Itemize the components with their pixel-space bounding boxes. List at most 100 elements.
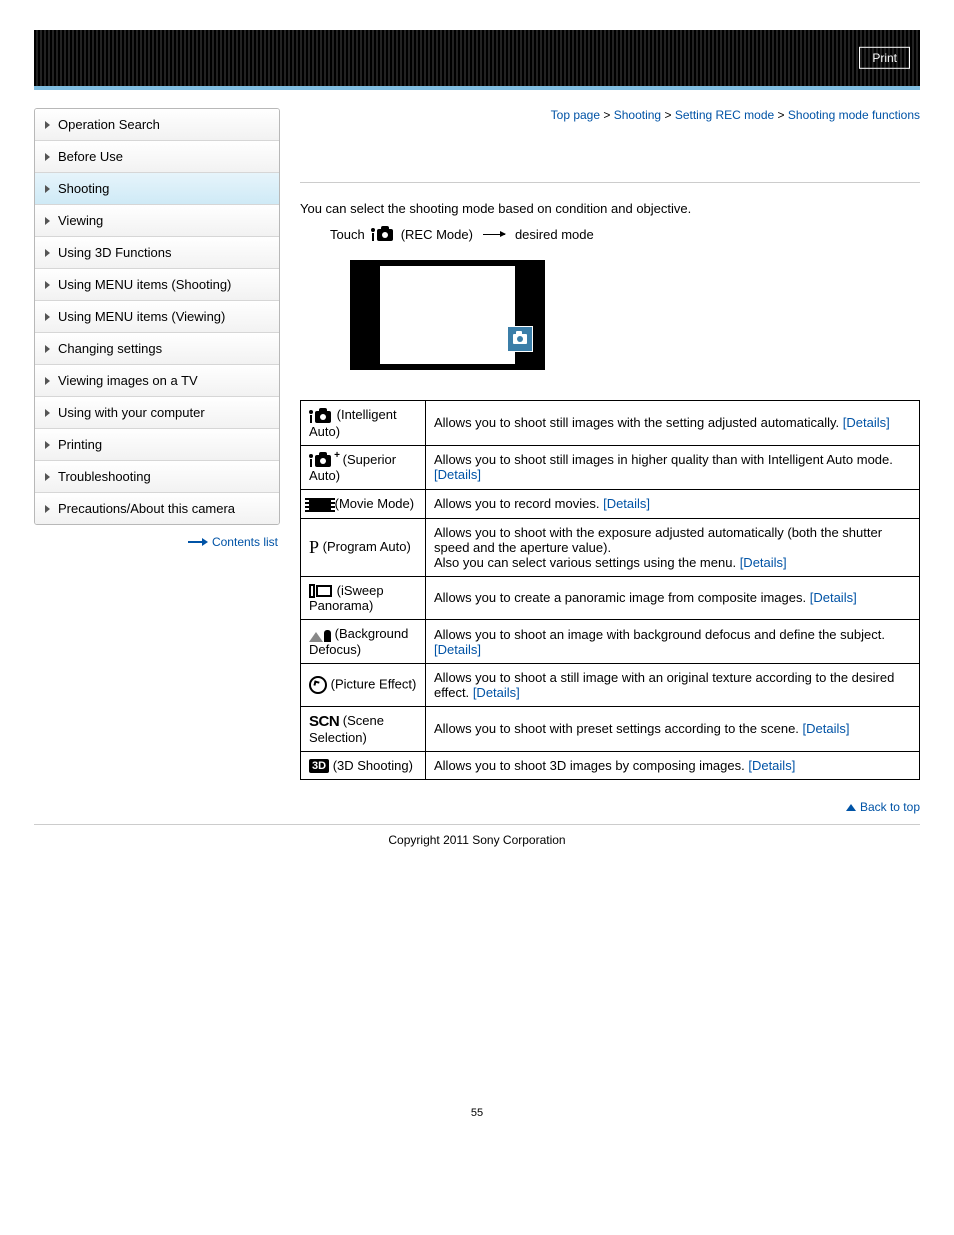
- step-touch: Touch: [330, 227, 365, 242]
- print-button[interactable]: Print: [859, 47, 910, 69]
- mode-desc-cell: Allows you to record movies. [Details]: [426, 490, 920, 519]
- mode-label-cell: 3D (3D Shooting): [301, 751, 426, 780]
- sidebar-item-label: Using with your computer: [58, 405, 205, 420]
- mode-label-cell: P (Program Auto): [301, 518, 426, 576]
- mode-desc-cell: Allows you to create a panoramic image f…: [426, 576, 920, 620]
- details-link[interactable]: [Details]: [810, 590, 857, 605]
- sidebar-item-before-use[interactable]: Before Use: [35, 141, 279, 173]
- sidebar-item-label: Using MENU items (Viewing): [58, 309, 225, 324]
- breadcrumb-sep: >: [664, 108, 671, 122]
- mode-desc-cell: Allows you to shoot with the exposure ad…: [426, 518, 920, 576]
- table-row: (Background Defocus) Allows you to shoot…: [301, 620, 920, 664]
- mode-desc-cell: Allows you to shoot a still image with a…: [426, 663, 920, 706]
- isweep-icon: [309, 584, 333, 598]
- sidebar-item-changing-settings[interactable]: Changing settings: [35, 333, 279, 365]
- copyright: Copyright 2011 Sony Corporation: [0, 833, 954, 847]
- mode-desc: Allows you to shoot still images in high…: [434, 452, 893, 467]
- sidebar-item-precautions[interactable]: Precautions/About this camera: [35, 493, 279, 524]
- mode-desc-cell: Allows you to shoot 3D images by composi…: [426, 751, 920, 780]
- table-row: (Intelligent Auto) Allows you to shoot s…: [301, 401, 920, 446]
- sidebar-item-label: Operation Search: [58, 117, 160, 132]
- mode-desc: Allows you to shoot with the exposure ad…: [434, 525, 882, 555]
- breadcrumb-top[interactable]: Top page: [551, 108, 600, 122]
- sidebar-item-label: Troubleshooting: [58, 469, 151, 484]
- caret-icon: [45, 473, 50, 481]
- details-link[interactable]: [Details]: [603, 496, 650, 511]
- caret-icon: [45, 281, 50, 289]
- mode-label-cell: (Picture Effect): [301, 663, 426, 706]
- details-link[interactable]: [Details]: [434, 642, 481, 657]
- mode-label-cell: (Background Defocus): [301, 620, 426, 664]
- caret-icon: [45, 505, 50, 513]
- sidebar-item-label: Precautions/About this camera: [58, 501, 235, 516]
- caret-icon: [45, 441, 50, 449]
- divider: [300, 182, 920, 183]
- breadcrumb: Top page > Shooting > Setting REC mode >…: [300, 108, 920, 122]
- caret-icon: [45, 217, 50, 225]
- back-to-top-label: Back to top: [860, 800, 920, 814]
- mode-desc: Allows you to shoot still images with th…: [434, 415, 839, 430]
- rec-mode-badge-icon: [507, 326, 533, 352]
- sidebar-item-shooting[interactable]: Shooting: [35, 173, 279, 205]
- step-rec: (REC Mode): [401, 227, 473, 242]
- details-link[interactable]: [Details]: [843, 415, 890, 430]
- sidebar-item-label: Using MENU items (Shooting): [58, 277, 231, 292]
- caret-icon: [45, 377, 50, 385]
- mode-label-cell: + (Superior Auto): [301, 445, 426, 490]
- mode-name: (3D Shooting): [333, 758, 413, 773]
- step-desired: desired mode: [515, 227, 594, 242]
- sidebar-item-label: Using 3D Functions: [58, 245, 171, 260]
- contents-list-label: Contents list: [212, 535, 278, 549]
- details-link[interactable]: [Details]: [803, 721, 850, 736]
- mode-desc: Allows you to shoot with preset settings…: [434, 721, 799, 736]
- table-row: (iSweep Panorama) Allows you to create a…: [301, 576, 920, 620]
- back-to-top-link[interactable]: Back to top: [300, 800, 920, 814]
- mode-name: (Picture Effect): [331, 676, 417, 691]
- breadcrumb-shooting[interactable]: Shooting: [614, 108, 661, 122]
- instruction-step: Touch (REC Mode) desired mode: [330, 226, 920, 242]
- sidebar-item-menu-shooting[interactable]: Using MENU items (Shooting): [35, 269, 279, 301]
- details-link[interactable]: [Details]: [740, 555, 787, 570]
- mode-desc: Allows you to shoot an image with backgr…: [434, 627, 885, 642]
- caret-icon: [45, 409, 50, 417]
- intro-text: You can select the shooting mode based o…: [300, 201, 920, 216]
- contents-list-link[interactable]: Contents list: [34, 535, 278, 549]
- sidebar-item-label: Printing: [58, 437, 102, 452]
- sidebar-item-computer[interactable]: Using with your computer: [35, 397, 279, 429]
- main-content: Top page > Shooting > Setting REC mode >…: [300, 108, 920, 820]
- sidebar-item-3d-functions[interactable]: Using 3D Functions: [35, 237, 279, 269]
- sidebar-item-menu-viewing[interactable]: Using MENU items (Viewing): [35, 301, 279, 333]
- picture-effect-icon: [309, 676, 327, 694]
- details-link[interactable]: [Details]: [748, 758, 795, 773]
- sidebar-item-printing[interactable]: Printing: [35, 429, 279, 461]
- mode-desc: Allows you to shoot 3D images by composi…: [434, 758, 745, 773]
- screen-preview: [350, 260, 545, 370]
- mode-desc-cell: Allows you to shoot still images in high…: [426, 445, 920, 490]
- mode-label-cell: (Movie Mode): [301, 490, 426, 519]
- caret-icon: [45, 185, 50, 193]
- table-row: 3D (3D Shooting) Allows you to shoot 3D …: [301, 751, 920, 780]
- details-link[interactable]: [Details]: [473, 685, 520, 700]
- modes-table: (Intelligent Auto) Allows you to shoot s…: [300, 400, 920, 780]
- table-row: + (Superior Auto) Allows you to shoot st…: [301, 445, 920, 490]
- sidebar-item-operation-search[interactable]: Operation Search: [35, 109, 279, 141]
- up-triangle-icon: [846, 804, 856, 811]
- details-link[interactable]: [Details]: [434, 467, 481, 482]
- sidebar-item-troubleshooting[interactable]: Troubleshooting: [35, 461, 279, 493]
- sidebar-item-label: Before Use: [58, 149, 123, 164]
- mode-name: (Movie Mode): [335, 496, 414, 511]
- background-defocus-icon: [309, 628, 331, 642]
- mode-label-cell: SCN (Scene Selection): [301, 706, 426, 751]
- sidebar-item-label: Viewing images on a TV: [58, 373, 198, 388]
- breadcrumb-current[interactable]: Shooting mode functions: [788, 108, 920, 122]
- mode-desc: Also you can select various settings usi…: [434, 555, 736, 570]
- sidebar-item-tv[interactable]: Viewing images on a TV: [35, 365, 279, 397]
- caret-icon: [45, 313, 50, 321]
- mode-desc: Allows you to create a panoramic image f…: [434, 590, 806, 605]
- breadcrumb-setting-rec[interactable]: Setting REC mode: [675, 108, 774, 122]
- table-row: P (Program Auto) Allows you to shoot wit…: [301, 518, 920, 576]
- 3d-icon: 3D: [309, 759, 329, 773]
- footer-divider: [34, 824, 920, 825]
- sidebar-item-viewing[interactable]: Viewing: [35, 205, 279, 237]
- movie-icon: [309, 498, 331, 512]
